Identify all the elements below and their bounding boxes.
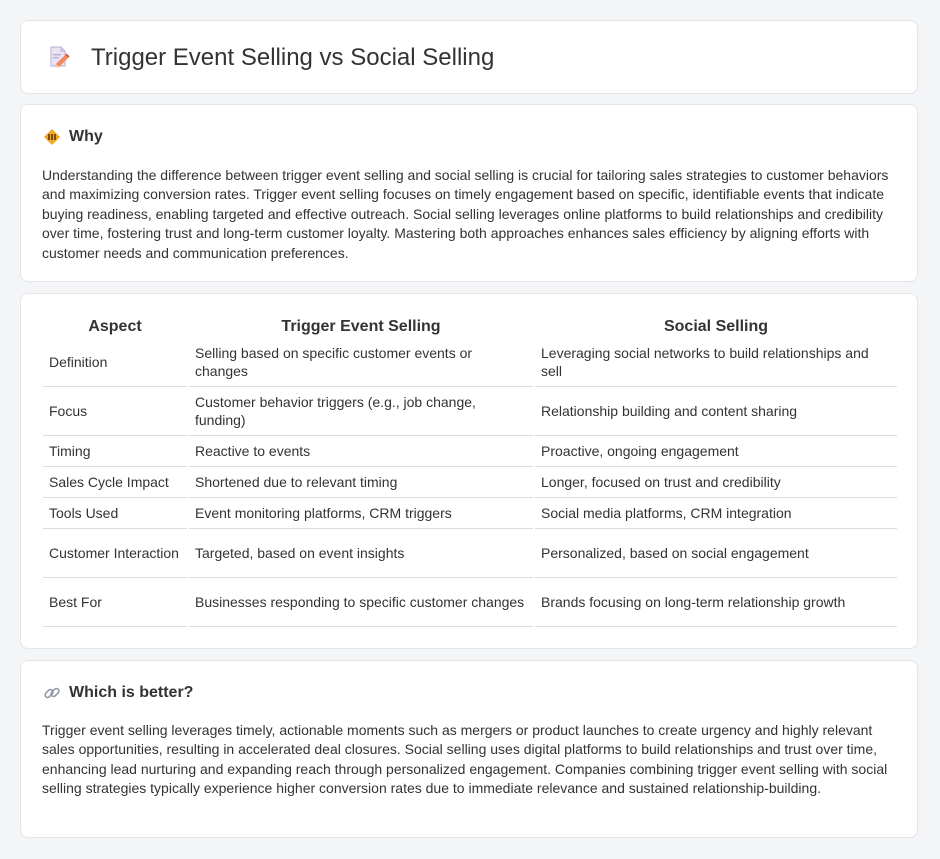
comparison-section: Aspect Trigger Event Selling Social Sell… bbox=[20, 293, 918, 649]
better-title: Which is better? bbox=[69, 684, 194, 701]
diamond-warning-icon bbox=[44, 129, 60, 145]
link-icon bbox=[44, 687, 60, 699]
better-text: Trigger event selling leverages timely, … bbox=[42, 722, 888, 797]
aspect-cell: Focus bbox=[43, 387, 187, 436]
trigger-cell: Selling based on specific customer event… bbox=[189, 338, 533, 387]
page-title: Trigger Event Selling vs Social Selling bbox=[91, 44, 495, 71]
header-trigger-event-selling: Trigger Event Selling bbox=[281, 318, 441, 335]
better-heading: Which is better? bbox=[43, 683, 193, 703]
aspect-cell: Best For bbox=[43, 578, 187, 627]
why-heading: Why bbox=[43, 127, 103, 147]
why-text: Understanding the difference between tri… bbox=[42, 167, 889, 261]
table-row: Sales Cycle Impact Shortened due to rele… bbox=[43, 467, 897, 498]
social-cell: Proactive, ongoing engagement bbox=[535, 436, 897, 467]
social-cell: Personalized, based on social engagement bbox=[535, 529, 897, 578]
why-title: Why bbox=[69, 128, 103, 145]
social-cell: Leveraging social networks to build rela… bbox=[535, 338, 897, 387]
document-pencil-icon bbox=[50, 46, 70, 68]
trigger-cell: Reactive to events bbox=[189, 436, 533, 467]
trigger-cell: Businesses responding to specific custom… bbox=[189, 578, 533, 627]
table-row: Customer Interaction Targeted, based on … bbox=[43, 529, 897, 578]
aspect-cell: Tools Used bbox=[43, 498, 187, 529]
header-social-selling: Social Selling bbox=[663, 318, 769, 335]
social-cell: Longer, focused on trust and credibility bbox=[535, 467, 897, 498]
social-cell: Social media platforms, CRM integration bbox=[535, 498, 897, 529]
table-row: Best For Businesses responding to specif… bbox=[43, 578, 897, 627]
table-header-row: Aspect Trigger Event Selling Social Sell… bbox=[43, 316, 897, 338]
header-aspect: Aspect bbox=[88, 318, 142, 335]
header-card: Trigger Event Selling vs Social Selling bbox=[20, 20, 918, 94]
trigger-cell: Customer behavior triggers (e.g., job ch… bbox=[189, 387, 533, 436]
trigger-cell: Shortened due to relevant timing bbox=[189, 467, 533, 498]
aspect-cell: Customer Interaction bbox=[43, 529, 187, 578]
table-row: Definition Selling based on specific cus… bbox=[43, 338, 897, 387]
trigger-cell: Targeted, based on event insights bbox=[189, 529, 533, 578]
social-cell: Relationship building and content sharin… bbox=[535, 387, 897, 436]
trigger-cell: Event monitoring platforms, CRM triggers bbox=[189, 498, 533, 529]
table-row: Timing Reactive to events Proactive, ong… bbox=[43, 436, 897, 467]
table-row: Focus Customer behavior triggers (e.g., … bbox=[43, 387, 897, 436]
social-cell: Brands focusing on long-term relationshi… bbox=[535, 578, 897, 627]
which-is-better-section: Which is better? Trigger event selling l… bbox=[20, 660, 918, 838]
aspect-cell: Definition bbox=[43, 338, 187, 387]
table-row: Tools Used Event monitoring platforms, C… bbox=[43, 498, 897, 529]
why-section: Why Understanding the difference between… bbox=[20, 104, 918, 282]
aspect-cell: Timing bbox=[43, 436, 187, 467]
aspect-cell: Sales Cycle Impact bbox=[43, 467, 187, 498]
comparison-table: Aspect Trigger Event Selling Social Sell… bbox=[41, 316, 899, 627]
